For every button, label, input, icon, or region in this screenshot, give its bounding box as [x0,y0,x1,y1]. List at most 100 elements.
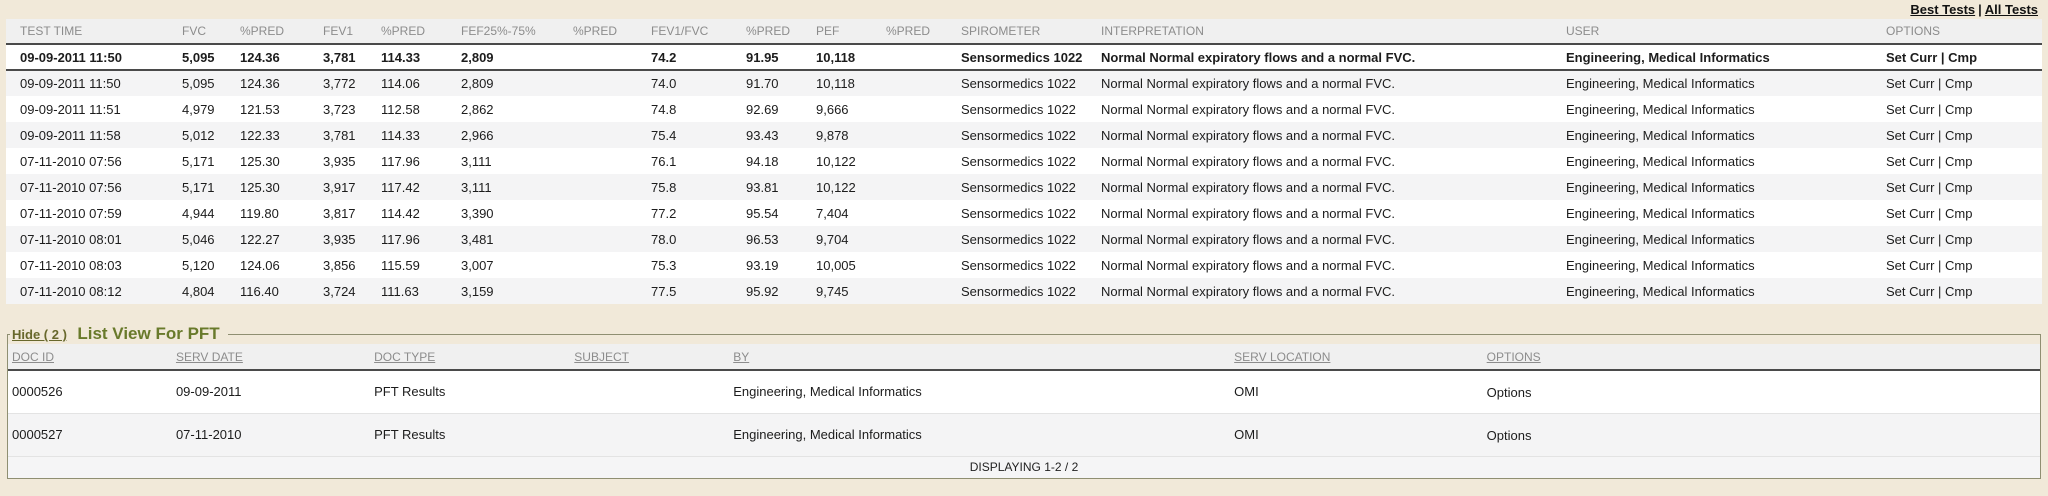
document-list-row: 0000527 07-11-2010 PFT Results Engineeri… [8,413,2040,456]
cell-user: Engineering, Medical Informatics [1566,174,1886,200]
cell-fev1-fvc-pred: 93.43 [746,122,816,148]
list-header-row: DOC ID SERV DATE DOC TYPE SUBJECT BY SER… [8,344,2040,370]
set-curr-cmp-links[interactable]: Set Curr | Cmp [1886,122,2042,148]
pft-header-row: TEST TIME FVC %PRED FEV1 %PRED FEF25%-75… [6,19,2042,44]
cell-fev1: 3,856 [323,252,381,278]
cell-user: Engineering, Medical Informatics [1566,148,1886,174]
cell-user: Engineering, Medical Informatics [1566,122,1886,148]
pft-table-row: 07-11-2010 07:59 4,944 119.80 3,817 114.… [6,200,2042,226]
cell-fvc: 5,171 [182,148,240,174]
col-pef: PEF [816,19,886,44]
cell-fev1-pred: 117.42 [381,174,461,200]
cell-spirometer: Sensormedics 1022 [961,122,1101,148]
cell-fev1-fvc: 78.0 [651,226,746,252]
cell-pef-pred [886,70,961,96]
cell-fev1-fvc: 74.0 [651,70,746,96]
cell-fvc-pred: 119.80 [240,200,323,226]
cell-fev1-pred: 114.33 [381,44,461,70]
cell-fef25-75: 3,390 [461,200,573,226]
options-link[interactable]: Options [1483,370,2040,413]
cell-pef: 9,666 [816,96,886,122]
cell-fev1: 3,817 [323,200,381,226]
col-serv-location[interactable]: SERV LOCATION [1230,344,1482,370]
hide-link[interactable]: Hide ( 2 ) [12,327,67,342]
cell-pef: 9,704 [816,226,886,252]
col-options: OPTIONS [1886,19,2042,44]
set-curr-cmp-links[interactable]: Set Curr | Cmp [1886,278,2042,304]
cell-fvc: 5,046 [182,226,240,252]
cell-fev1-fvc: 77.5 [651,278,746,304]
list-footer-row: DISPLAYING 1-2 / 2 [8,456,2040,478]
cell-pef-pred [886,122,961,148]
pft-table-row: 09-09-2011 11:58 5,012 122.33 3,781 114.… [6,122,2042,148]
set-curr-cmp-links[interactable]: Set Curr | Cmp [1886,200,2042,226]
cell-fev1: 3,772 [323,70,381,96]
best-tests-link[interactable]: Best Tests [1910,2,1975,17]
cell-fef-pred [573,226,651,252]
set-curr-cmp-links[interactable]: Set Curr | Cmp [1886,96,2042,122]
cell-fev1-pred: 117.96 [381,226,461,252]
col-subject[interactable]: SUBJECT [570,344,729,370]
set-curr-cmp-links[interactable]: Set Curr | Cmp [1886,148,2042,174]
col-by[interactable]: BY [729,344,1230,370]
cell-fev1-fvc: 76.1 [651,148,746,174]
col-pef-pred: %PRED [886,19,961,44]
cell-fev1-fvc: 74.8 [651,96,746,122]
cell-interpretation: Normal Normal expiratory flows and a nor… [1101,96,1566,122]
cell-doc-type: PFT Results [370,370,570,413]
cell-fef25-75: 2,809 [461,44,573,70]
cell-fef-pred [573,278,651,304]
set-curr-cmp-links[interactable]: Set Curr | Cmp [1886,70,2042,96]
cell-fef-pred [573,122,651,148]
cell-spirometer: Sensormedics 1022 [961,174,1101,200]
col-fvc-pred: %PRED [240,19,323,44]
cell-fev1-fvc-pred: 96.53 [746,226,816,252]
cell-spirometer: Sensormedics 1022 [961,96,1101,122]
cell-fef25-75: 3,007 [461,252,573,278]
cell-fef-pred [573,96,651,122]
cell-fev1-pred: 112.58 [381,96,461,122]
document-list-table: DOC ID SERV DATE DOC TYPE SUBJECT BY SER… [8,344,2040,478]
cell-test-time: 09-09-2011 11:58 [6,122,182,148]
cell-fev1-pred: 115.59 [381,252,461,278]
cell-fvc-pred: 125.30 [240,174,323,200]
cell-fev1-fvc-pred: 93.19 [746,252,816,278]
cell-serv-date: 07-11-2010 [172,413,370,456]
cell-interpretation: Normal Normal expiratory flows and a nor… [1101,148,1566,174]
cell-fvc: 5,095 [182,70,240,96]
options-link[interactable]: Options [1483,413,2040,456]
col-list-options[interactable]: OPTIONS [1483,344,2040,370]
cell-fvc-pred: 125.30 [240,148,323,174]
cell-fev1-fvc: 75.4 [651,122,746,148]
cell-pef-pred [886,96,961,122]
col-doc-id[interactable]: DOC ID [8,344,172,370]
all-tests-link[interactable]: All Tests [1985,2,2038,17]
cell-fev1-fvc-pred: 95.54 [746,200,816,226]
set-curr-cmp-links[interactable]: Set Curr | Cmp [1886,174,2042,200]
cell-interpretation: Normal Normal expiratory flows and a nor… [1101,174,1566,200]
cell-fvc: 5,012 [182,122,240,148]
col-spirometer: SPIROMETER [961,19,1101,44]
cell-fvc-pred: 122.33 [240,122,323,148]
pft-results-table: TEST TIME FVC %PRED FEV1 %PRED FEF25%-75… [6,19,2042,304]
list-view-title: List View For PFT [77,324,219,343]
pft-table-row: 09-09-2011 11:50 5,095 124.36 3,772 114.… [6,70,2042,96]
cell-fvc: 4,979 [182,96,240,122]
set-curr-cmp-links[interactable]: Set Curr | Cmp [1886,44,2042,70]
cell-fef25-75: 3,159 [461,278,573,304]
cell-spirometer: Sensormedics 1022 [961,148,1101,174]
pft-table-row: 07-11-2010 07:56 5,171 125.30 3,935 117.… [6,148,2042,174]
cell-fvc: 5,120 [182,252,240,278]
col-fev1: FEV1 [323,19,381,44]
cell-fev1: 3,724 [323,278,381,304]
cell-fev1-pred: 111.63 [381,278,461,304]
cell-fev1-fvc: 74.2 [651,44,746,70]
set-curr-cmp-links[interactable]: Set Curr | Cmp [1886,226,2042,252]
cell-fef-pred [573,200,651,226]
pft-table-row: 07-11-2010 08:03 5,120 124.06 3,856 115.… [6,252,2042,278]
col-doc-type[interactable]: DOC TYPE [370,344,570,370]
cell-pef-pred [886,226,961,252]
set-curr-cmp-links[interactable]: Set Curr | Cmp [1886,252,2042,278]
top-link-bar: Best Tests|All Tests [0,0,2048,19]
col-serv-date[interactable]: SERV DATE [172,344,370,370]
